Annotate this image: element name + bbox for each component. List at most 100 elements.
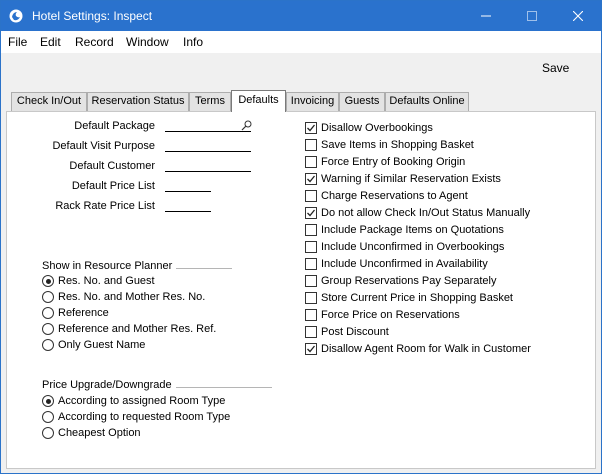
upgrade-group-divider: [176, 387, 272, 388]
tab-invoicing[interactable]: Invoicing: [286, 92, 339, 111]
search-icon[interactable]: [241, 119, 253, 131]
maximize-icon: [527, 11, 537, 21]
planner-option-res-no-mother[interactable]: Res. No. and Mother Res. No.: [42, 291, 205, 303]
checkbox-label: Include Unconfirmed in Availability: [321, 258, 488, 270]
close-button[interactable]: [555, 1, 601, 31]
checkbox-option[interactable]: Store Current Price in Shopping Basket: [305, 292, 513, 304]
checkbox-icon: [305, 326, 317, 338]
checkbox-label: Group Reservations Pay Separately: [321, 275, 497, 287]
menu-edit[interactable]: Edit: [40, 35, 61, 49]
checkbox-icon: [305, 190, 317, 202]
tab-reservation-status[interactable]: Reservation Status: [87, 92, 189, 111]
tab-terms[interactable]: Terms: [189, 92, 231, 111]
checkbox-option[interactable]: Charge Reservations to Agent: [305, 190, 468, 202]
menu-bar: File Edit Record Window Info: [1, 31, 601, 53]
planner-option-guest-name[interactable]: Only Guest Name: [42, 339, 145, 351]
checkbox-icon: [305, 309, 317, 321]
checkbox-label: Force Price on Reservations: [321, 309, 460, 321]
radio-selected-icon: [42, 395, 54, 407]
checkbox-label: Do not allow Check In/Out Status Manuall…: [321, 207, 531, 219]
field-label-rack-rate-price-list: Rack Rate Price List: [55, 200, 155, 212]
checkbox-label: Save Items in Shopping Basket: [321, 139, 474, 151]
tab-guests[interactable]: Guests: [339, 92, 385, 111]
radio-icon: [42, 339, 54, 351]
upgrade-option-requested[interactable]: According to requested Room Type: [42, 411, 230, 423]
default-visit-purpose-field[interactable]: [165, 151, 251, 152]
checkbox-label: Include Package Items on Quotations: [321, 224, 504, 236]
minimize-icon: [481, 15, 491, 17]
checkbox-checked-icon: [305, 343, 317, 355]
default-customer-field[interactable]: [165, 171, 251, 172]
menu-record[interactable]: Record: [75, 35, 114, 49]
checkbox-option[interactable]: Force Price on Reservations: [305, 309, 460, 321]
radio-icon: [42, 323, 54, 335]
checkbox-option[interactable]: Include Unconfirmed in Availability: [305, 258, 488, 270]
checkbox-label: Disallow Overbookings: [321, 122, 433, 134]
field-label-default-package: Default Package: [74, 120, 155, 132]
rack-rate-price-list-field[interactable]: [165, 211, 211, 212]
planner-group-title: Show in Resource Planner: [42, 260, 173, 272]
checkbox-icon: [305, 224, 317, 236]
checkbox-icon: [305, 292, 317, 304]
tab-defaults-online[interactable]: Defaults Online: [385, 92, 469, 111]
checkbox-checked-icon: [305, 122, 317, 134]
checkbox-icon: [305, 139, 317, 151]
checkbox-option[interactable]: Disallow Overbookings: [305, 122, 433, 134]
tab-bar: Check In/Out Reservation Status Terms De…: [11, 90, 593, 112]
app-window: Hotel Settings: Inspect File Edit Record…: [0, 0, 602, 474]
window-title: Hotel Settings: Inspect: [32, 9, 153, 23]
title-bar: Hotel Settings: Inspect: [1, 1, 601, 31]
tab-defaults[interactable]: Defaults: [231, 90, 286, 112]
defaults-panel: Default Package Default Visit Purpose De…: [6, 111, 596, 469]
save-button[interactable]: Save: [542, 61, 569, 75]
menu-window[interactable]: Window: [126, 35, 169, 49]
checkbox-option[interactable]: Disallow Agent Room for Walk in Customer: [305, 343, 531, 355]
checkbox-label: Store Current Price in Shopping Basket: [321, 292, 513, 304]
menu-file[interactable]: File: [8, 35, 27, 49]
tab-check-in-out[interactable]: Check In/Out: [11, 92, 87, 111]
default-price-list-field[interactable]: [165, 191, 211, 192]
checkbox-label: Charge Reservations to Agent: [321, 190, 468, 202]
checkbox-option[interactable]: Do not allow Check In/Out Status Manuall…: [305, 207, 530, 219]
checkbox-icon: [305, 258, 317, 270]
checkbox-option[interactable]: Include Package Items on Quotations: [305, 224, 504, 236]
upgrade-option-assigned[interactable]: According to assigned Room Type: [42, 395, 225, 407]
planner-group-divider: [176, 268, 232, 269]
planner-option-reference[interactable]: Reference: [42, 307, 109, 319]
checkbox-option[interactable]: Save Items in Shopping Basket: [305, 139, 474, 151]
radio-icon: [42, 307, 54, 319]
maximize-button[interactable]: [509, 1, 555, 31]
checkbox-icon: [305, 241, 317, 253]
checkbox-icon: [305, 275, 317, 287]
planner-option-res-no-guest[interactable]: Res. No. and Guest: [42, 275, 155, 287]
checkbox-option[interactable]: Post Discount: [305, 326, 389, 338]
checkbox-icon: [305, 156, 317, 168]
radio-icon: [42, 427, 54, 439]
toolbar: Save: [1, 53, 601, 87]
checkbox-option[interactable]: Group Reservations Pay Separately: [305, 275, 496, 287]
minimize-button[interactable]: [463, 1, 509, 31]
radio-icon: [42, 411, 54, 423]
checkbox-checked-icon: [305, 173, 317, 185]
checkbox-label: Warning if Similar Reservation Exists: [321, 173, 501, 185]
field-label-default-customer: Default Customer: [69, 160, 155, 172]
checkbox-option[interactable]: Warning if Similar Reservation Exists: [305, 173, 501, 185]
field-label-default-price-list: Default Price List: [71, 180, 155, 192]
checkbox-label: Post Discount: [321, 326, 389, 338]
default-package-field[interactable]: [165, 131, 251, 132]
radio-selected-icon: [42, 275, 54, 287]
field-label-default-visit-purpose: Default Visit Purpose: [52, 140, 155, 152]
checkbox-checked-icon: [305, 207, 317, 219]
upgrade-option-cheapest[interactable]: Cheapest Option: [42, 427, 141, 439]
checkbox-option[interactable]: Force Entry of Booking Origin: [305, 156, 465, 168]
checkbox-label: Include Unconfirmed in Overbookings: [321, 241, 505, 253]
checkbox-label: Force Entry of Booking Origin: [321, 156, 466, 168]
close-icon: [573, 11, 583, 21]
menu-info[interactable]: Info: [183, 35, 203, 49]
app-icon: [9, 9, 23, 23]
planner-option-reference-mother[interactable]: Reference and Mother Res. Ref.: [42, 323, 216, 335]
upgrade-group-title: Price Upgrade/Downgrade: [42, 379, 172, 391]
radio-icon: [42, 291, 54, 303]
checkbox-label: Disallow Agent Room for Walk in Customer: [321, 343, 531, 355]
checkbox-option[interactable]: Include Unconfirmed in Overbookings: [305, 241, 504, 253]
